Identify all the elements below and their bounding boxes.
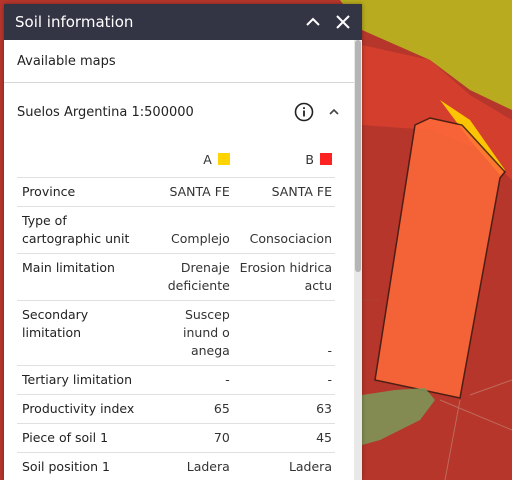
cell-b: SANTA FE — [232, 177, 335, 207]
panel-title: Soil information — [15, 13, 134, 31]
cell-b: - — [232, 365, 335, 395]
table-row: Soil position 1 Ladera Ladera — [17, 452, 335, 480]
panel-body: Available maps Suelos Argentina 1:500000… — [4, 40, 354, 480]
column-b-label: B — [305, 151, 314, 167]
column-b-header: B — [233, 141, 335, 178]
map-section-header[interactable]: Suelos Argentina 1:500000 — [4, 83, 354, 141]
cell-a: 65 — [141, 394, 233, 424]
row-label: Tertiary limitation — [17, 365, 141, 395]
cell-a: Complejo — [141, 206, 233, 254]
cell-a: Suscep inund o anega — [141, 300, 233, 366]
section-collapse-button[interactable] — [322, 100, 346, 124]
info-icon — [294, 102, 314, 122]
cell-a: SANTA FE — [141, 177, 233, 207]
cell-b: - — [232, 300, 335, 366]
row-label: Secondary limitation — [17, 300, 141, 366]
chevron-up-icon — [329, 108, 339, 115]
panel-scrollbar[interactable] — [354, 40, 362, 480]
soil-info-panel: Soil information Available maps Suelos A… — [4, 4, 362, 480]
close-button[interactable] — [328, 7, 358, 37]
table-row: Province SANTA FE SANTA FE — [17, 177, 335, 207]
row-label: Main limitation — [17, 253, 141, 301]
row-label: Productivity index — [17, 394, 141, 424]
soil-table: A B Province SANTA FE SANTA FE Type of car… — [17, 141, 335, 480]
row-label: Piece of soil 1 — [17, 423, 141, 453]
table-row: Productivity index 65 63 — [17, 394, 335, 424]
info-button[interactable] — [292, 100, 316, 124]
cell-b: 63 — [232, 394, 335, 424]
row-label: Type of cartographic unit — [17, 206, 141, 254]
table-row: Piece of soil 1 70 45 — [17, 423, 335, 453]
table-row: Secondary limitation Suscep inund o anega… — [17, 300, 335, 366]
collapse-button[interactable] — [298, 7, 328, 37]
legend-swatch-a — [217, 152, 230, 165]
available-maps-heading: Available maps — [4, 40, 354, 83]
row-label: Soil position 1 — [17, 452, 141, 480]
legend-swatch-b — [320, 152, 332, 165]
row-label: Province — [17, 177, 141, 207]
cell-b: Ladera — [232, 452, 335, 480]
cell-a: - — [141, 365, 233, 395]
table-row: Tertiary limitation - - — [17, 365, 335, 395]
map-name: Suelos Argentina 1:500000 — [17, 104, 194, 120]
cell-b: Erosion hidrica actu — [232, 253, 335, 301]
table-row: Main limitation Drenaje deficiente Erosion… — [17, 253, 335, 301]
cell-a: 70 — [141, 423, 233, 453]
scrollbar-thumb[interactable] — [355, 40, 361, 272]
cell-a: Drenaje deficiente — [141, 253, 233, 301]
panel-header: Soil information — [4, 4, 362, 40]
chevron-up-icon — [306, 17, 320, 26]
column-a-header: A — [141, 141, 233, 178]
cell-a: Ladera — [141, 452, 233, 480]
close-icon — [336, 15, 350, 29]
cell-b: 45 — [232, 423, 335, 453]
cell-b: Consociacion — [232, 206, 335, 254]
table-row: Type of cartographic unit Complejo Consoci… — [17, 206, 335, 254]
column-a-label: A — [203, 151, 212, 167]
